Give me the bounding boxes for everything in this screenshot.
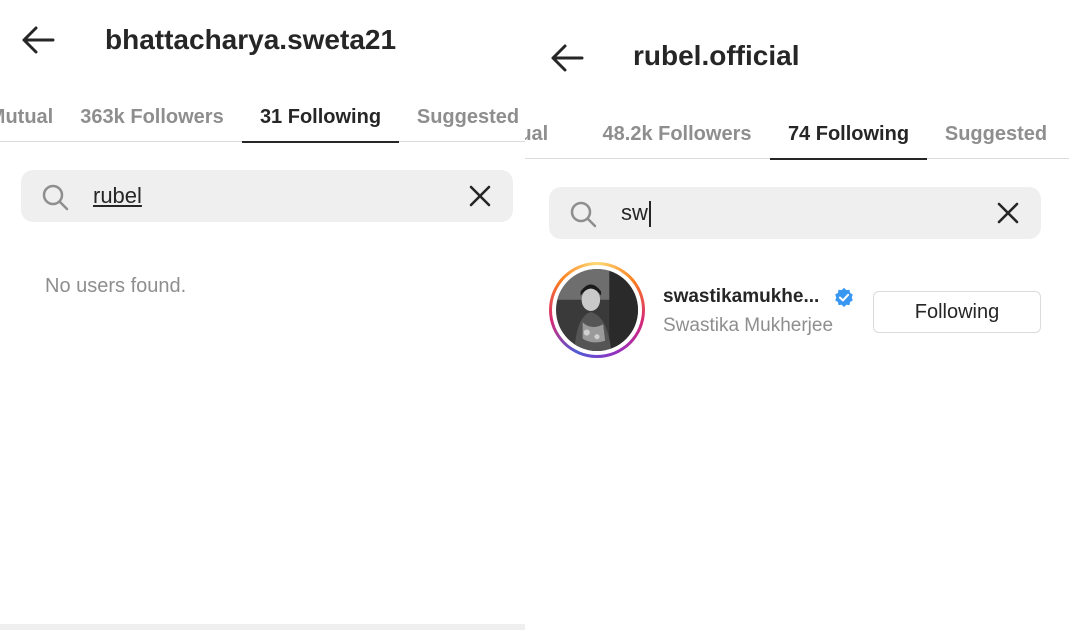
search-input[interactable]: sw [621, 187, 921, 239]
tab-followers[interactable]: 363k Followers [71, 92, 233, 142]
verified-badge-icon [833, 287, 855, 309]
empty-state-message: No users found. [45, 275, 187, 297]
tab-suggested[interactable]: Suggested [408, 92, 525, 142]
clear-icon[interactable] [995, 200, 1021, 226]
username[interactable]: swastikamukhe... [663, 286, 819, 308]
search-icon [41, 183, 69, 211]
following-button[interactable]: Following [873, 291, 1041, 333]
avatar[interactable] [549, 262, 645, 358]
tab-suggested[interactable]: Suggested [936, 109, 1056, 159]
page-title: bhattacharya.sweta21 [105, 24, 397, 55]
tab-mutual[interactable]: Mutual [0, 92, 71, 142]
tab-bar: Mutual 48.2k Followers 74 Following Sugg… [525, 109, 1069, 160]
full-name: Swastika Mukherjee [663, 315, 834, 336]
clear-icon[interactable] [467, 183, 493, 209]
tab-bar: Mutual 363k Followers 31 Following Sugge… [0, 92, 525, 143]
text-cursor [648, 201, 651, 228]
back-arrow-icon[interactable] [547, 38, 587, 78]
search-bar: rubel [21, 170, 513, 222]
tab-followers[interactable]: 48.2k Followers [595, 109, 759, 159]
user-list-item[interactable]: swastikamukhe... Swastika Mukherjee Foll… [549, 262, 1049, 362]
tab-mutual[interactable]: Mutual [525, 109, 566, 159]
profile-photo [556, 269, 638, 351]
bottom-divider [0, 624, 525, 630]
right-screen: rubel.official Mutual 48.2k Followers 74… [525, 0, 1069, 630]
search-icon [569, 200, 597, 228]
tab-following[interactable]: 31 Following [242, 92, 399, 143]
back-arrow-icon[interactable] [18, 20, 58, 60]
page-title: rubel.official [633, 40, 800, 71]
left-screen: bhattacharya.sweta21 Mutual 363k Followe… [0, 0, 525, 630]
tab-following[interactable]: 74 Following [770, 109, 927, 160]
search-input[interactable]: rubel [93, 170, 393, 222]
search-bar: sw [549, 187, 1041, 239]
